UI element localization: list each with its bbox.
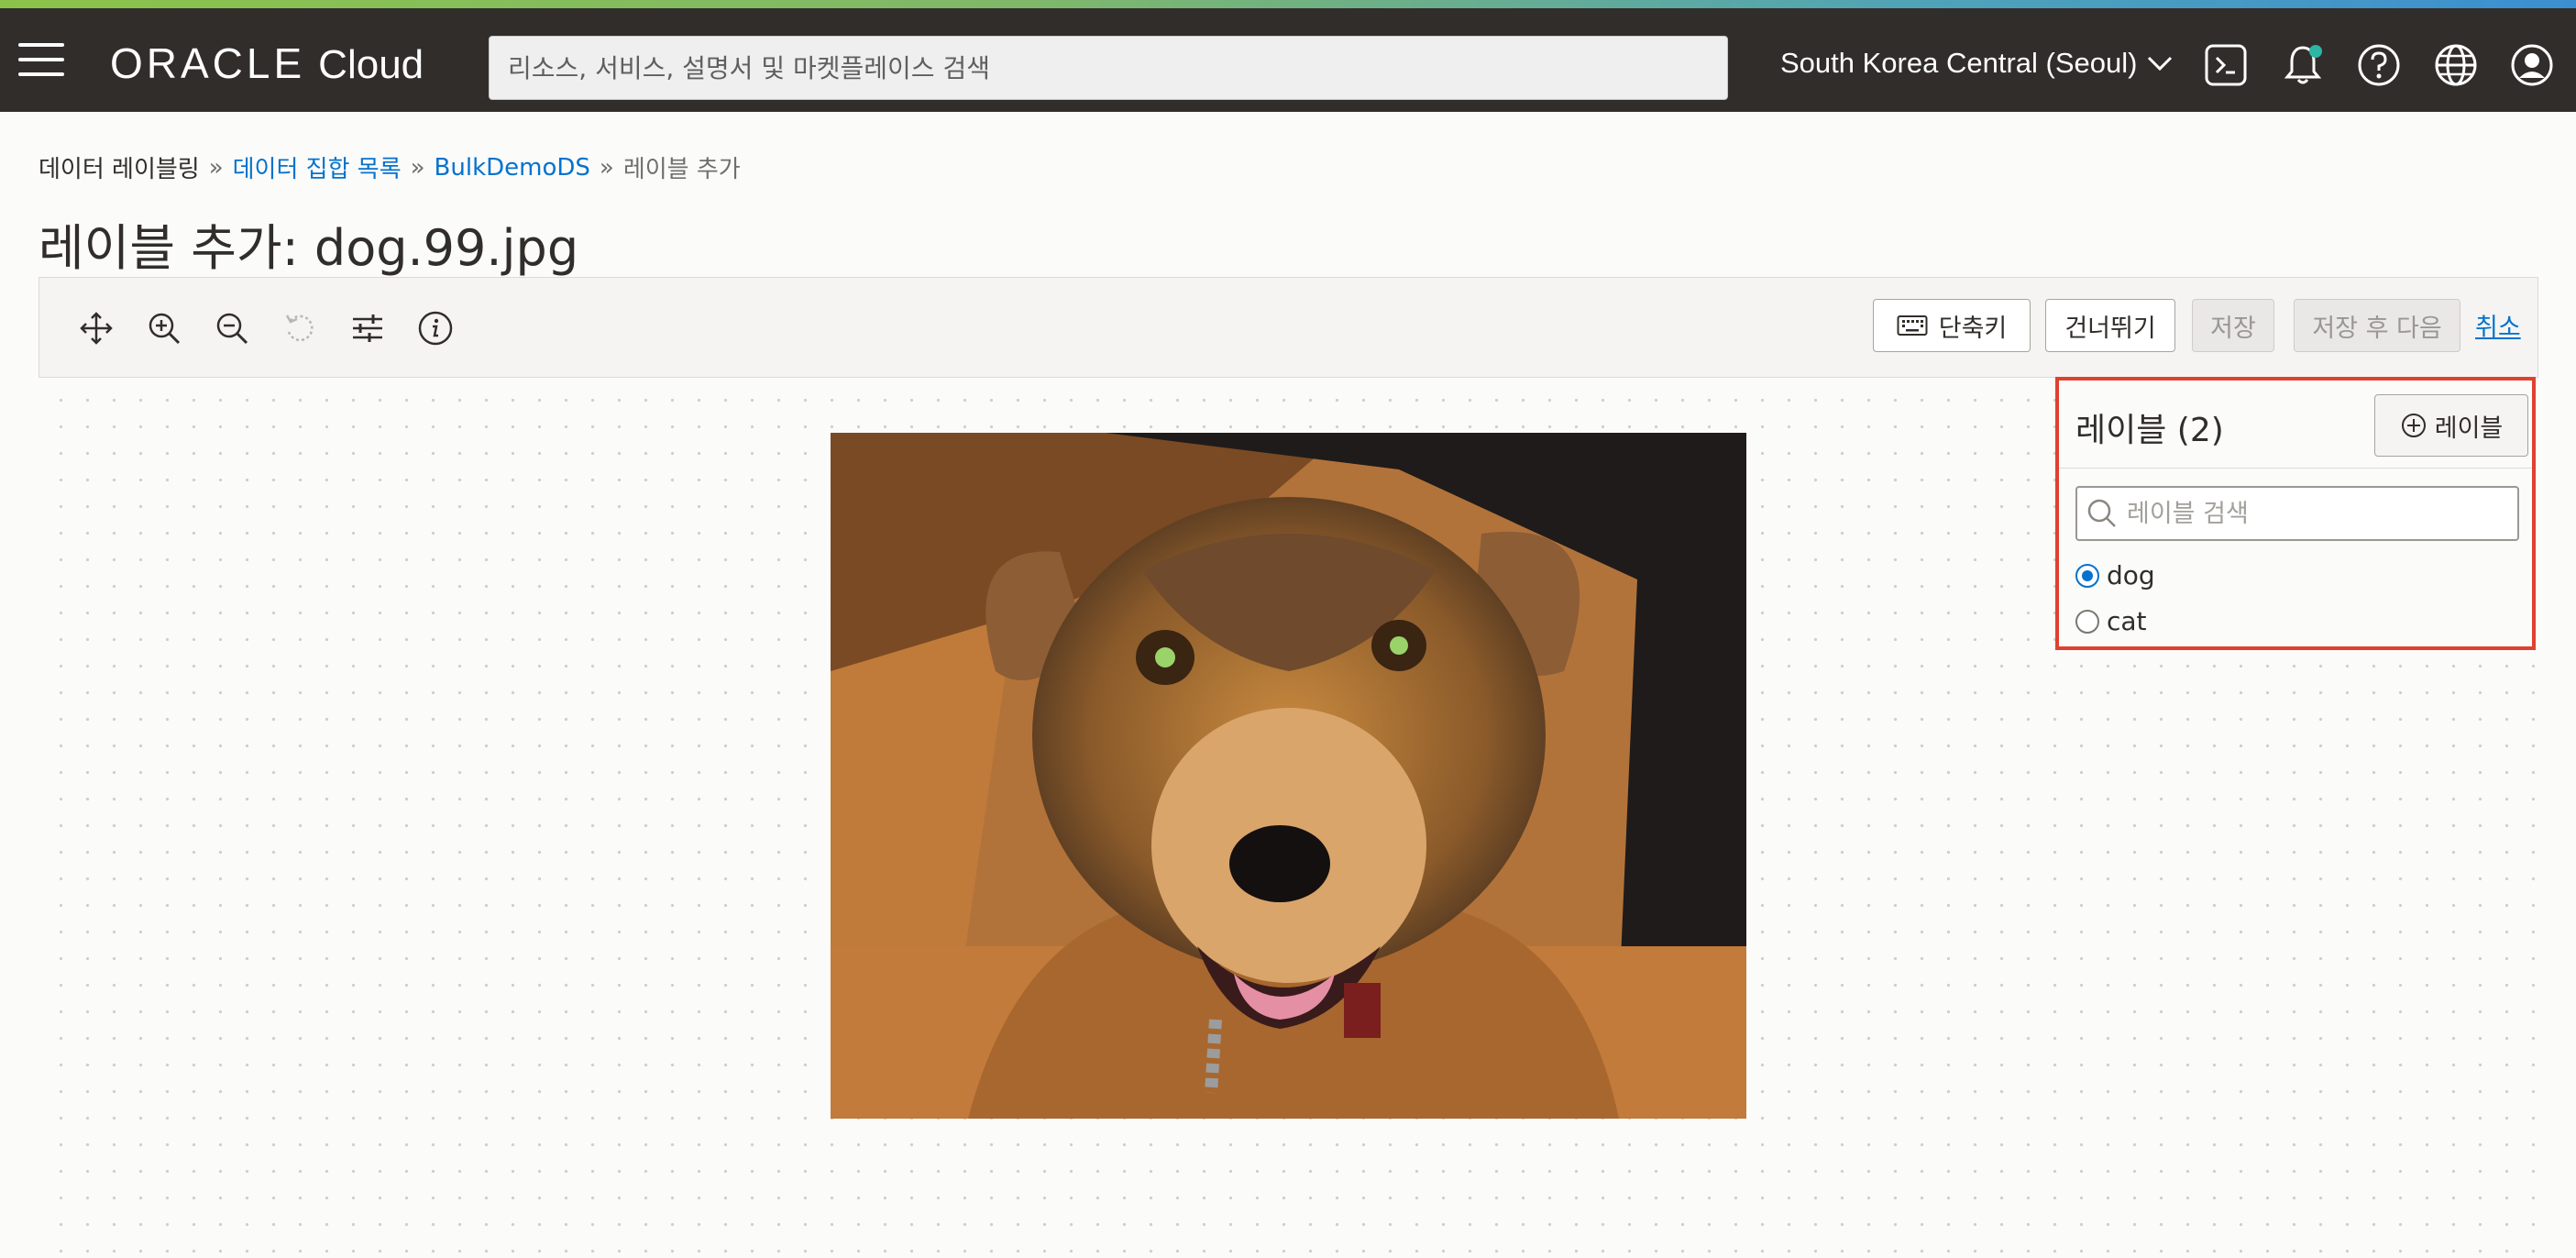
breadcrumb: 데이터 레이블링 » 데이터 집합 목록 » BulkDemoDS » 레이블 … [39, 150, 741, 184]
breadcrumb-separator: » [208, 153, 224, 182]
globe-icon[interactable] [2434, 43, 2478, 87]
save-and-next-label: 저장 후 다음 [2312, 314, 2442, 343]
chevron-down-icon [2148, 56, 2173, 72]
save-label: 저장 [2210, 314, 2256, 343]
adjust-icon[interactable] [349, 310, 386, 347]
label-option-text: dog [2107, 560, 2155, 590]
page-title: 레이블 추가: dog.99.jpg [39, 219, 579, 277]
global-search-input[interactable] [508, 52, 1727, 83]
region-label: South Korea Central (Seoul) [1780, 47, 2138, 79]
add-label-button-label: 레이블 [2434, 414, 2504, 443]
breadcrumb-item-data-labeling: 데이터 레이블링 [39, 156, 200, 183]
hamburger-icon[interactable] [18, 43, 64, 78]
keyboard-icon [1897, 315, 1928, 336]
shortcuts-button[interactable]: 단축키 [1873, 299, 2031, 352]
save-button[interactable]: 저장 [2192, 299, 2274, 352]
move-icon[interactable] [78, 310, 115, 347]
user-icon[interactable] [2510, 43, 2554, 87]
label-option-cat[interactable]: cat [2075, 606, 2147, 636]
add-label-button[interactable]: 레이블 [2374, 394, 2528, 457]
region-selector[interactable]: South Korea Central (Seoul) [1780, 47, 2174, 80]
accent-strip [0, 0, 2576, 8]
breadcrumb-separator: » [599, 153, 614, 182]
breadcrumb-separator: » [410, 153, 425, 182]
breadcrumb-link-dataset[interactable]: BulkDemoDS [435, 154, 590, 182]
cloud-shell-icon[interactable] [2204, 43, 2248, 87]
reset-icon[interactable] [281, 310, 318, 347]
breadcrumb-item-current: 레이블 추가 [622, 156, 741, 183]
labels-panel-header: 레이블 (2) 레이블 [2059, 381, 2532, 469]
labels-panel-title: 레이블 (2) [2075, 412, 2224, 449]
oracle-cloud-logo[interactable]: ORACLE Cloud [110, 39, 424, 87]
search-icon [2087, 499, 2116, 527]
top-navigation-bar: ORACLE Cloud South Korea Central (Seoul) [0, 8, 2576, 112]
annotation-toolbar: 단축키 건너뛰기 저장 저장 후 다음 [39, 277, 2538, 378]
label-option-text: cat [2107, 606, 2147, 636]
bell-icon[interactable] [2281, 43, 2325, 87]
dog-image [831, 433, 1746, 1119]
zoom-out-icon[interactable] [214, 310, 250, 347]
radio-button-checked[interactable] [2075, 563, 2099, 588]
radio-button[interactable] [2075, 609, 2099, 634]
logo-brand: ORACLE [110, 39, 306, 87]
plus-circle-icon [2401, 414, 2426, 437]
shortcuts-label: 단축키 [1938, 314, 2008, 343]
cancel-link[interactable]: 취소 [2475, 307, 2521, 343]
skip-label: 건너뛰기 [2064, 314, 2156, 343]
help-icon[interactable] [2357, 43, 2401, 87]
logo-product: Cloud [318, 42, 424, 87]
save-and-next-button[interactable]: 저장 후 다음 [2294, 299, 2460, 352]
zoom-in-icon[interactable] [146, 310, 182, 347]
info-icon[interactable] [417, 310, 454, 347]
label-option-dog[interactable]: dog [2075, 560, 2155, 590]
skip-button[interactable]: 건너뛰기 [2045, 299, 2175, 352]
label-search-input[interactable] [2127, 499, 2493, 528]
breadcrumb-link-dataset-list[interactable]: 데이터 집합 목록 [233, 150, 402, 184]
label-search-field[interactable] [2075, 486, 2519, 541]
labels-panel: 레이블 (2) 레이블 dog cat [2055, 377, 2536, 650]
global-search[interactable] [489, 36, 1728, 100]
